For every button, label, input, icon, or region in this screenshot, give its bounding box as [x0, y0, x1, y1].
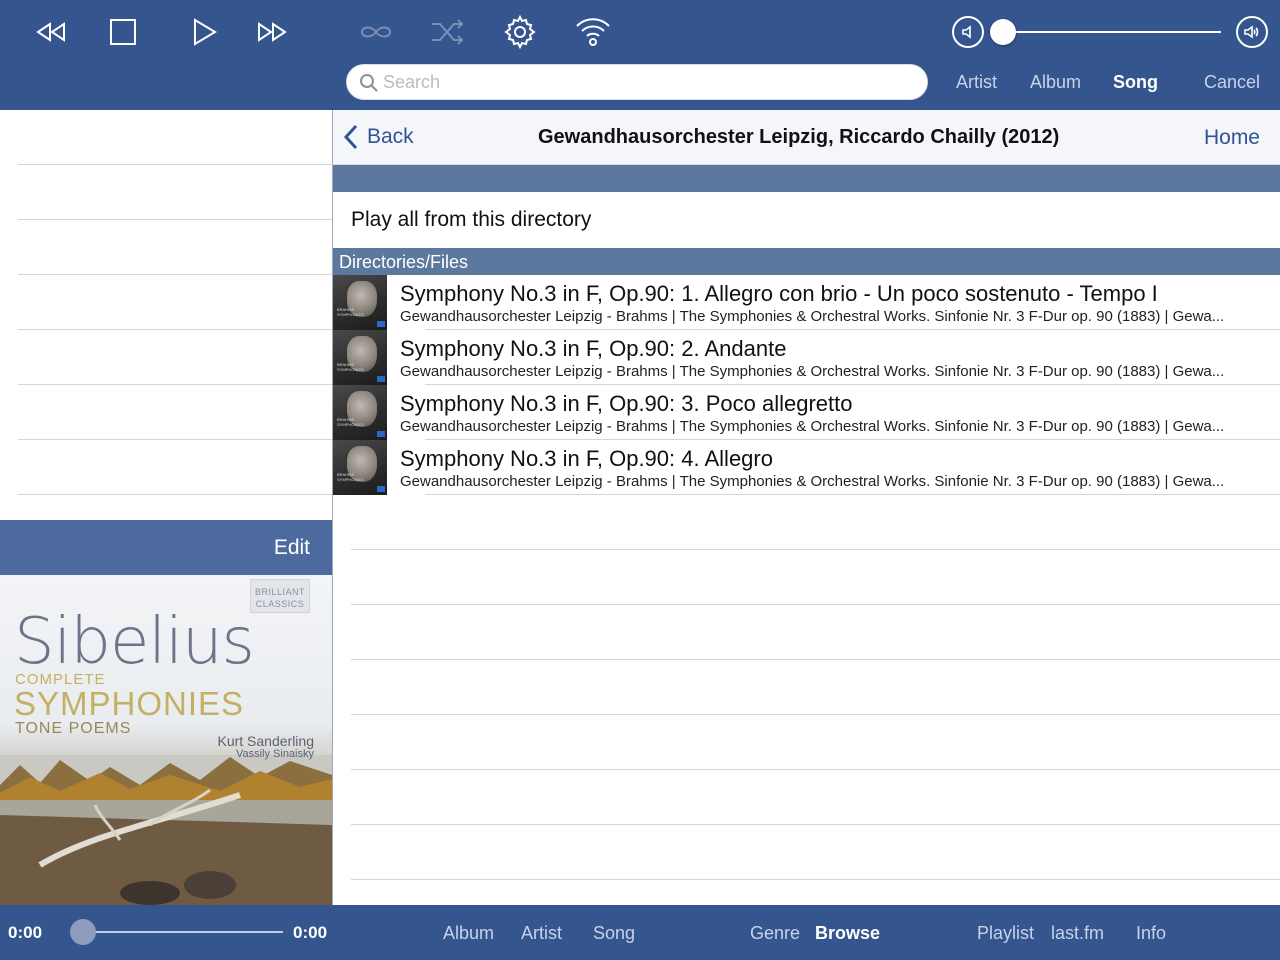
music-player-app: Artist Album Song Cancel Edit BRILLIAN — [0, 0, 1280, 960]
tab-lastfm[interactable]: last.fm — [1051, 923, 1104, 944]
list-separator — [18, 439, 332, 440]
navigation-bar: Back Gewandhausorchester Leipzig, Riccar… — [333, 110, 1280, 165]
track-title: Symphony No.3 in F, Op.90: 1. Allegro co… — [400, 281, 1158, 306]
track-thumbnail: BRAHMS SYMPHONIES — [333, 440, 387, 495]
tab-playlist[interactable]: Playlist — [977, 923, 1034, 944]
wifi-icon[interactable] — [573, 12, 613, 52]
gear-icon[interactable] — [500, 12, 540, 52]
scope-artist[interactable]: Artist — [956, 72, 997, 93]
volume-high-icon[interactable] — [1236, 16, 1268, 48]
track-subtitle: Gewandhausorchester Leipzig - Brahms | T… — [400, 363, 1225, 380]
track-subtitle: Gewandhausorchester Leipzig - Brahms | T… — [400, 473, 1225, 490]
search-input[interactable] — [383, 68, 913, 96]
volume-slider-knob[interactable] — [990, 19, 1016, 45]
file-row[interactable]: BRAHMS SYMPHONIES Symphony No.3 in F, Op… — [333, 330, 1280, 385]
volume-slider-track[interactable] — [1003, 31, 1221, 33]
edit-bar: Edit — [0, 520, 332, 575]
back-label: Back — [367, 125, 414, 148]
scope-song[interactable]: Song — [1113, 72, 1158, 93]
bottom-tab-bar: 0:00 0:00 Album Artist Song Genre Browse… — [0, 905, 1280, 960]
list-separator — [18, 219, 332, 220]
track-title: Symphony No.3 in F, Op.90: 4. Allegro — [400, 446, 773, 471]
album-art[interactable]: BRILLIANT CLASSICS Sibelius COMPLETE SYM… — [0, 575, 332, 905]
album-art-landscape — [0, 755, 332, 905]
track-thumbnail: BRAHMS SYMPHONIES — [333, 275, 387, 330]
tab-song[interactable]: Song — [593, 923, 635, 944]
play-icon[interactable] — [184, 12, 224, 52]
volume-low-icon[interactable] — [952, 16, 984, 48]
list-separator — [351, 769, 1280, 770]
track-thumbnail: BRAHMS SYMPHONIES — [333, 385, 387, 440]
track-title: Symphony No.3 in F, Op.90: 2. Andante — [400, 336, 787, 361]
time-elapsed: 0:00 — [8, 923, 43, 942]
tab-artist[interactable]: Artist — [521, 923, 562, 944]
playlist-pane — [0, 110, 332, 520]
search-field[interactable] — [346, 64, 928, 100]
top-toolbar: Artist Album Song Cancel — [0, 0, 1280, 110]
page-title: Gewandhausorchester Leipzig, Riccardo Ch… — [538, 126, 1060, 148]
track-subtitle: Gewandhausorchester Leipzig - Brahms | T… — [400, 308, 1225, 325]
list-separator — [351, 659, 1280, 660]
album-art-conductor2: Vassily Sinaisky — [235, 748, 314, 760]
time-total: 0:00 — [293, 923, 328, 942]
album-art-title: Sibelius — [14, 605, 255, 679]
fast-forward-icon[interactable] — [255, 12, 295, 52]
tab-info[interactable]: Info — [1136, 923, 1166, 944]
seek-slider-track[interactable] — [83, 931, 283, 933]
album-art-line3: TONE POEMS — [15, 720, 132, 737]
section-header-label: Directories/Files — [339, 252, 469, 272]
scope-album[interactable]: Album — [1030, 72, 1081, 93]
cancel-button[interactable]: Cancel — [1204, 72, 1260, 93]
list-separator — [351, 604, 1280, 605]
tab-genre[interactable]: Genre — [750, 923, 800, 944]
file-row[interactable]: BRAHMS SYMPHONIES Symphony No.3 in F, Op… — [333, 385, 1280, 440]
album-art-conductor1: Kurt Sanderling — [217, 733, 314, 749]
list-separator — [18, 384, 332, 385]
play-all-row[interactable]: Play all from this directory — [333, 192, 1280, 248]
list-separator — [351, 549, 1280, 550]
rewind-icon[interactable] — [30, 12, 70, 52]
shuffle-icon[interactable] — [428, 12, 468, 52]
track-thumbnail: BRAHMS SYMPHONIES — [333, 330, 387, 385]
list-separator — [18, 274, 332, 275]
edit-button[interactable]: Edit — [274, 536, 310, 560]
track-title: Symphony No.3 in F, Op.90: 3. Poco alleg… — [400, 391, 853, 416]
stop-icon[interactable] — [103, 12, 143, 52]
back-button[interactable]: Back — [343, 124, 414, 150]
play-all-label: Play all from this directory — [351, 208, 592, 231]
header-band — [333, 165, 1280, 192]
file-row[interactable]: BRAHMS SYMPHONIES Symphony No.3 in F, Op… — [333, 275, 1280, 330]
album-art-line2: SYMPHONIES — [14, 685, 245, 722]
search-icon — [360, 74, 378, 92]
tab-browse[interactable]: Browse — [815, 923, 880, 944]
list-separator — [351, 714, 1280, 715]
list-separator — [18, 494, 332, 495]
album-art-brand: BRILLIANT CLASSICS — [250, 579, 310, 613]
file-row[interactable]: BRAHMS SYMPHONIES Symphony No.3 in F, Op… — [333, 440, 1280, 495]
section-header: Directories/Files — [333, 248, 1280, 275]
list-separator — [351, 879, 1280, 880]
chevron-left-icon — [343, 124, 358, 150]
track-subtitle: Gewandhausorchester Leipzig - Brahms | T… — [400, 418, 1225, 435]
list-separator — [351, 824, 1280, 825]
tab-album[interactable]: Album — [443, 923, 494, 944]
seek-slider-knob[interactable] — [70, 919, 96, 945]
home-button[interactable]: Home — [1204, 126, 1260, 150]
list-separator — [18, 164, 332, 165]
repeat-icon[interactable] — [356, 12, 396, 52]
list-separator — [18, 329, 332, 330]
